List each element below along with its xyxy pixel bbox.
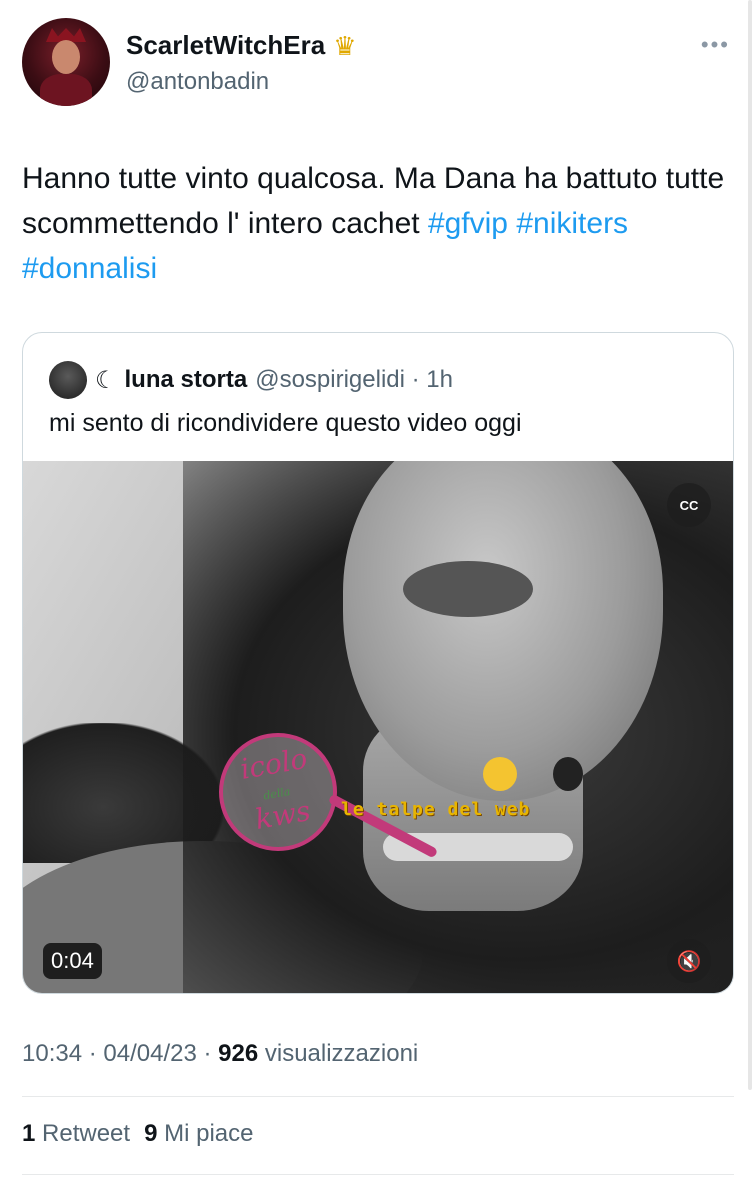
watermark-character-icon bbox=[553, 757, 583, 791]
engagement-stats: 1 Retweet 9 Mi piace bbox=[22, 1120, 253, 1148]
author-display-name[interactable]: ScarletWitchEra bbox=[126, 30, 325, 61]
video-lips bbox=[403, 561, 533, 617]
hashtag-nikiters[interactable]: #nikiters bbox=[516, 207, 628, 240]
likes-label: Mi piace bbox=[164, 1120, 254, 1147]
more-options-icon[interactable]: ••• bbox=[701, 32, 730, 58]
moon-icon: ☾ bbox=[95, 366, 117, 394]
divider bbox=[22, 1174, 734, 1175]
tweet-meta: 10:34 · 04/04/23 · 926 visualizzazioni bbox=[22, 1040, 418, 1068]
watermark-text-1: icolo bbox=[237, 741, 310, 786]
hashtag-donnalisi[interactable]: #donnalisi bbox=[22, 252, 157, 285]
quoted-author-avatar[interactable] bbox=[49, 361, 87, 399]
mute-icon[interactable]: 🔇 bbox=[667, 939, 711, 983]
likes-count: 9 bbox=[144, 1120, 158, 1147]
crown-icon: ♛ bbox=[333, 30, 357, 61]
captions-icon[interactable]: CC bbox=[667, 483, 711, 527]
quoted-tweet[interactable]: ☾ luna storta @sospirigelidi · 1h mi sen… bbox=[22, 332, 734, 994]
scrollbar[interactable] bbox=[748, 0, 752, 1090]
video-duration: 0:04 bbox=[43, 943, 102, 979]
quoted-author-handle-time[interactable]: @sospirigelidi · 1h bbox=[255, 366, 453, 394]
likes-stat[interactable]: 9 Mi piace bbox=[144, 1120, 253, 1148]
video-player[interactable]: icolo della kws le talpe del web CC 0:04… bbox=[23, 461, 733, 993]
retweets-count: 1 bbox=[22, 1120, 36, 1147]
name-row: ScarletWitchEra ♛ bbox=[126, 30, 357, 61]
tweet-header: ScarletWitchEra ♛ @antonbadin ••• bbox=[22, 18, 734, 108]
quoted-tweet-header: ☾ luna storta @sospirigelidi · 1h bbox=[49, 361, 453, 399]
author-handle[interactable]: @antonbadin bbox=[126, 68, 269, 96]
watermark-text-talpe: le talpe del web bbox=[341, 799, 531, 820]
views-count: 926 bbox=[218, 1040, 259, 1067]
avatar-body bbox=[40, 74, 92, 106]
views-label: visualizzazioni bbox=[258, 1040, 419, 1067]
hashtag-gfvip[interactable]: #gfvip bbox=[428, 207, 508, 240]
watermark-text-3: kws bbox=[252, 793, 313, 837]
tweet-timestamp[interactable]: 10:34 · 04/04/23 · bbox=[22, 1040, 218, 1067]
author-avatar[interactable] bbox=[22, 18, 110, 106]
avatar-face bbox=[52, 40, 80, 74]
divider bbox=[22, 1096, 734, 1097]
retweets-label: Retweet bbox=[42, 1120, 131, 1147]
watermark-character-icon bbox=[483, 757, 517, 791]
quoted-author-name[interactable]: luna storta bbox=[125, 366, 248, 394]
retweets-stat[interactable]: 1 Retweet bbox=[22, 1120, 130, 1148]
tweet-text: Hanno tutte vinto qualcosa. Ma Dana ha b… bbox=[22, 156, 734, 291]
quoted-tweet-text: mi sento di ricondividere questo video o… bbox=[49, 409, 522, 437]
